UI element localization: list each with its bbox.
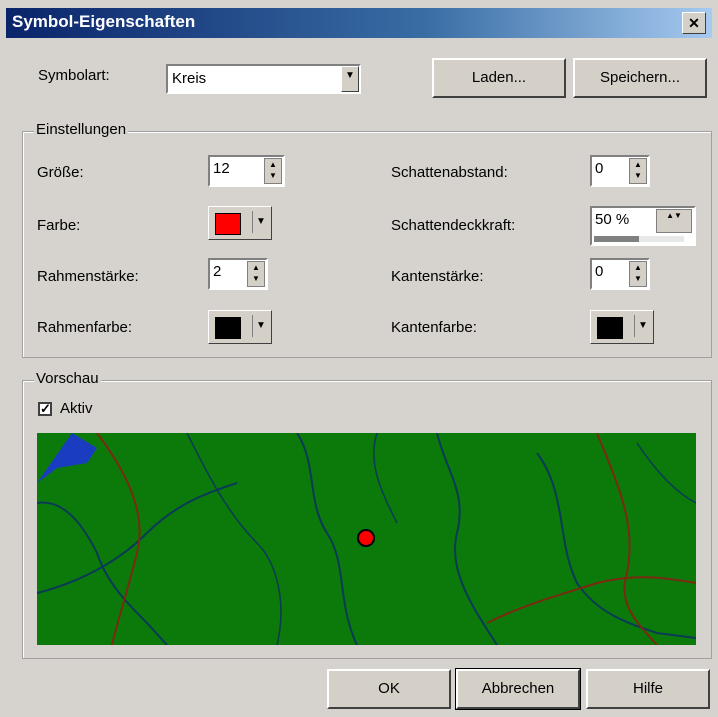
- ok-button[interactable]: OK: [327, 669, 451, 709]
- kantenfarbe-color-picker[interactable]: ▼: [590, 310, 654, 344]
- rahmenfarbe-color-picker[interactable]: ▼: [208, 310, 272, 344]
- groesse-stepper[interactable]: 12 ▲ ▼: [208, 155, 285, 187]
- rahmenstaerke-stepper[interactable]: 2 ▲ ▼: [208, 258, 268, 290]
- rahmenstaerke-value: 2: [213, 263, 222, 280]
- help-button[interactable]: Hilfe: [586, 669, 710, 709]
- aktiv-label: Aktiv: [60, 400, 93, 417]
- farbe-swatch: [215, 213, 241, 235]
- farbe-label: Farbe:: [37, 217, 81, 234]
- chevron-down-icon[interactable]: ▼: [341, 66, 359, 92]
- opacity-track: [594, 236, 684, 242]
- symbolart-select[interactable]: Kreis ▼: [166, 64, 361, 94]
- close-icon[interactable]: ✕: [682, 12, 706, 34]
- rahmenfarbe-label: Rahmenfarbe:: [37, 319, 133, 336]
- spin-arrows-icon[interactable]: ▲▼: [629, 158, 647, 184]
- kantenfarbe-label: Kantenfarbe:: [391, 319, 477, 336]
- spin-arrows-icon[interactable]: ▲▼: [629, 261, 647, 287]
- farbe-color-picker[interactable]: ▼: [208, 206, 272, 240]
- kantenstaerke-value: 0: [595, 263, 604, 280]
- groesse-label: Größe:: [37, 164, 84, 181]
- settings-group-title: Einstellungen: [34, 121, 129, 138]
- chevron-down-icon[interactable]: ▼: [252, 315, 269, 337]
- schattendeckkraft-value: 50 %: [595, 211, 630, 228]
- cancel-button[interactable]: Abbrechen: [455, 668, 581, 710]
- opacity-fill: [594, 236, 639, 242]
- window-title: Symbol-Eigenschaften: [12, 12, 196, 31]
- save-button[interactable]: Speichern...: [573, 58, 707, 98]
- groesse-value: 12: [213, 160, 230, 177]
- load-button[interactable]: Laden...: [432, 58, 566, 98]
- symbolart-value: Kreis: [172, 70, 207, 87]
- schattendeckkraft-slider[interactable]: 50 % ▲▼: [590, 206, 696, 246]
- symbol-properties-dialog: Symbol-Eigenschaften ✕ Symbolart: Kreis …: [0, 0, 718, 717]
- title-bar: Symbol-Eigenschaften ✕: [6, 8, 712, 38]
- preview-group-title: Vorschau: [34, 370, 101, 387]
- rahmenstaerke-label: Rahmenstärke:: [37, 268, 139, 285]
- schattendeckkraft-label: Schattendeckkraft:: [391, 217, 516, 234]
- preview-map: [37, 433, 696, 645]
- schattenabstand-stepper[interactable]: 0 ▲ ▼: [590, 155, 650, 187]
- symbolart-label: Symbolart:: [38, 67, 110, 84]
- rahmenfarbe-swatch: [215, 317, 241, 339]
- schattenabstand-label: Schattenabstand:: [391, 164, 508, 181]
- spin-arrows-icon[interactable]: ▲▼: [656, 209, 692, 233]
- chevron-down-icon[interactable]: ▼: [252, 211, 269, 233]
- spin-arrows-icon[interactable]: ▲▼: [247, 261, 265, 287]
- schattenabstand-value: 0: [595, 160, 604, 177]
- kantenstaerke-stepper[interactable]: 0 ▲ ▼: [590, 258, 650, 290]
- spin-arrows-icon[interactable]: ▲▼: [264, 158, 282, 184]
- symbol-preview-circle: [357, 529, 375, 547]
- kantenfarbe-swatch: [597, 317, 623, 339]
- kantenstaerke-label: Kantenstärke:: [391, 268, 484, 285]
- aktiv-checkbox[interactable]: ✓: [38, 402, 52, 416]
- chevron-down-icon[interactable]: ▼: [634, 315, 651, 337]
